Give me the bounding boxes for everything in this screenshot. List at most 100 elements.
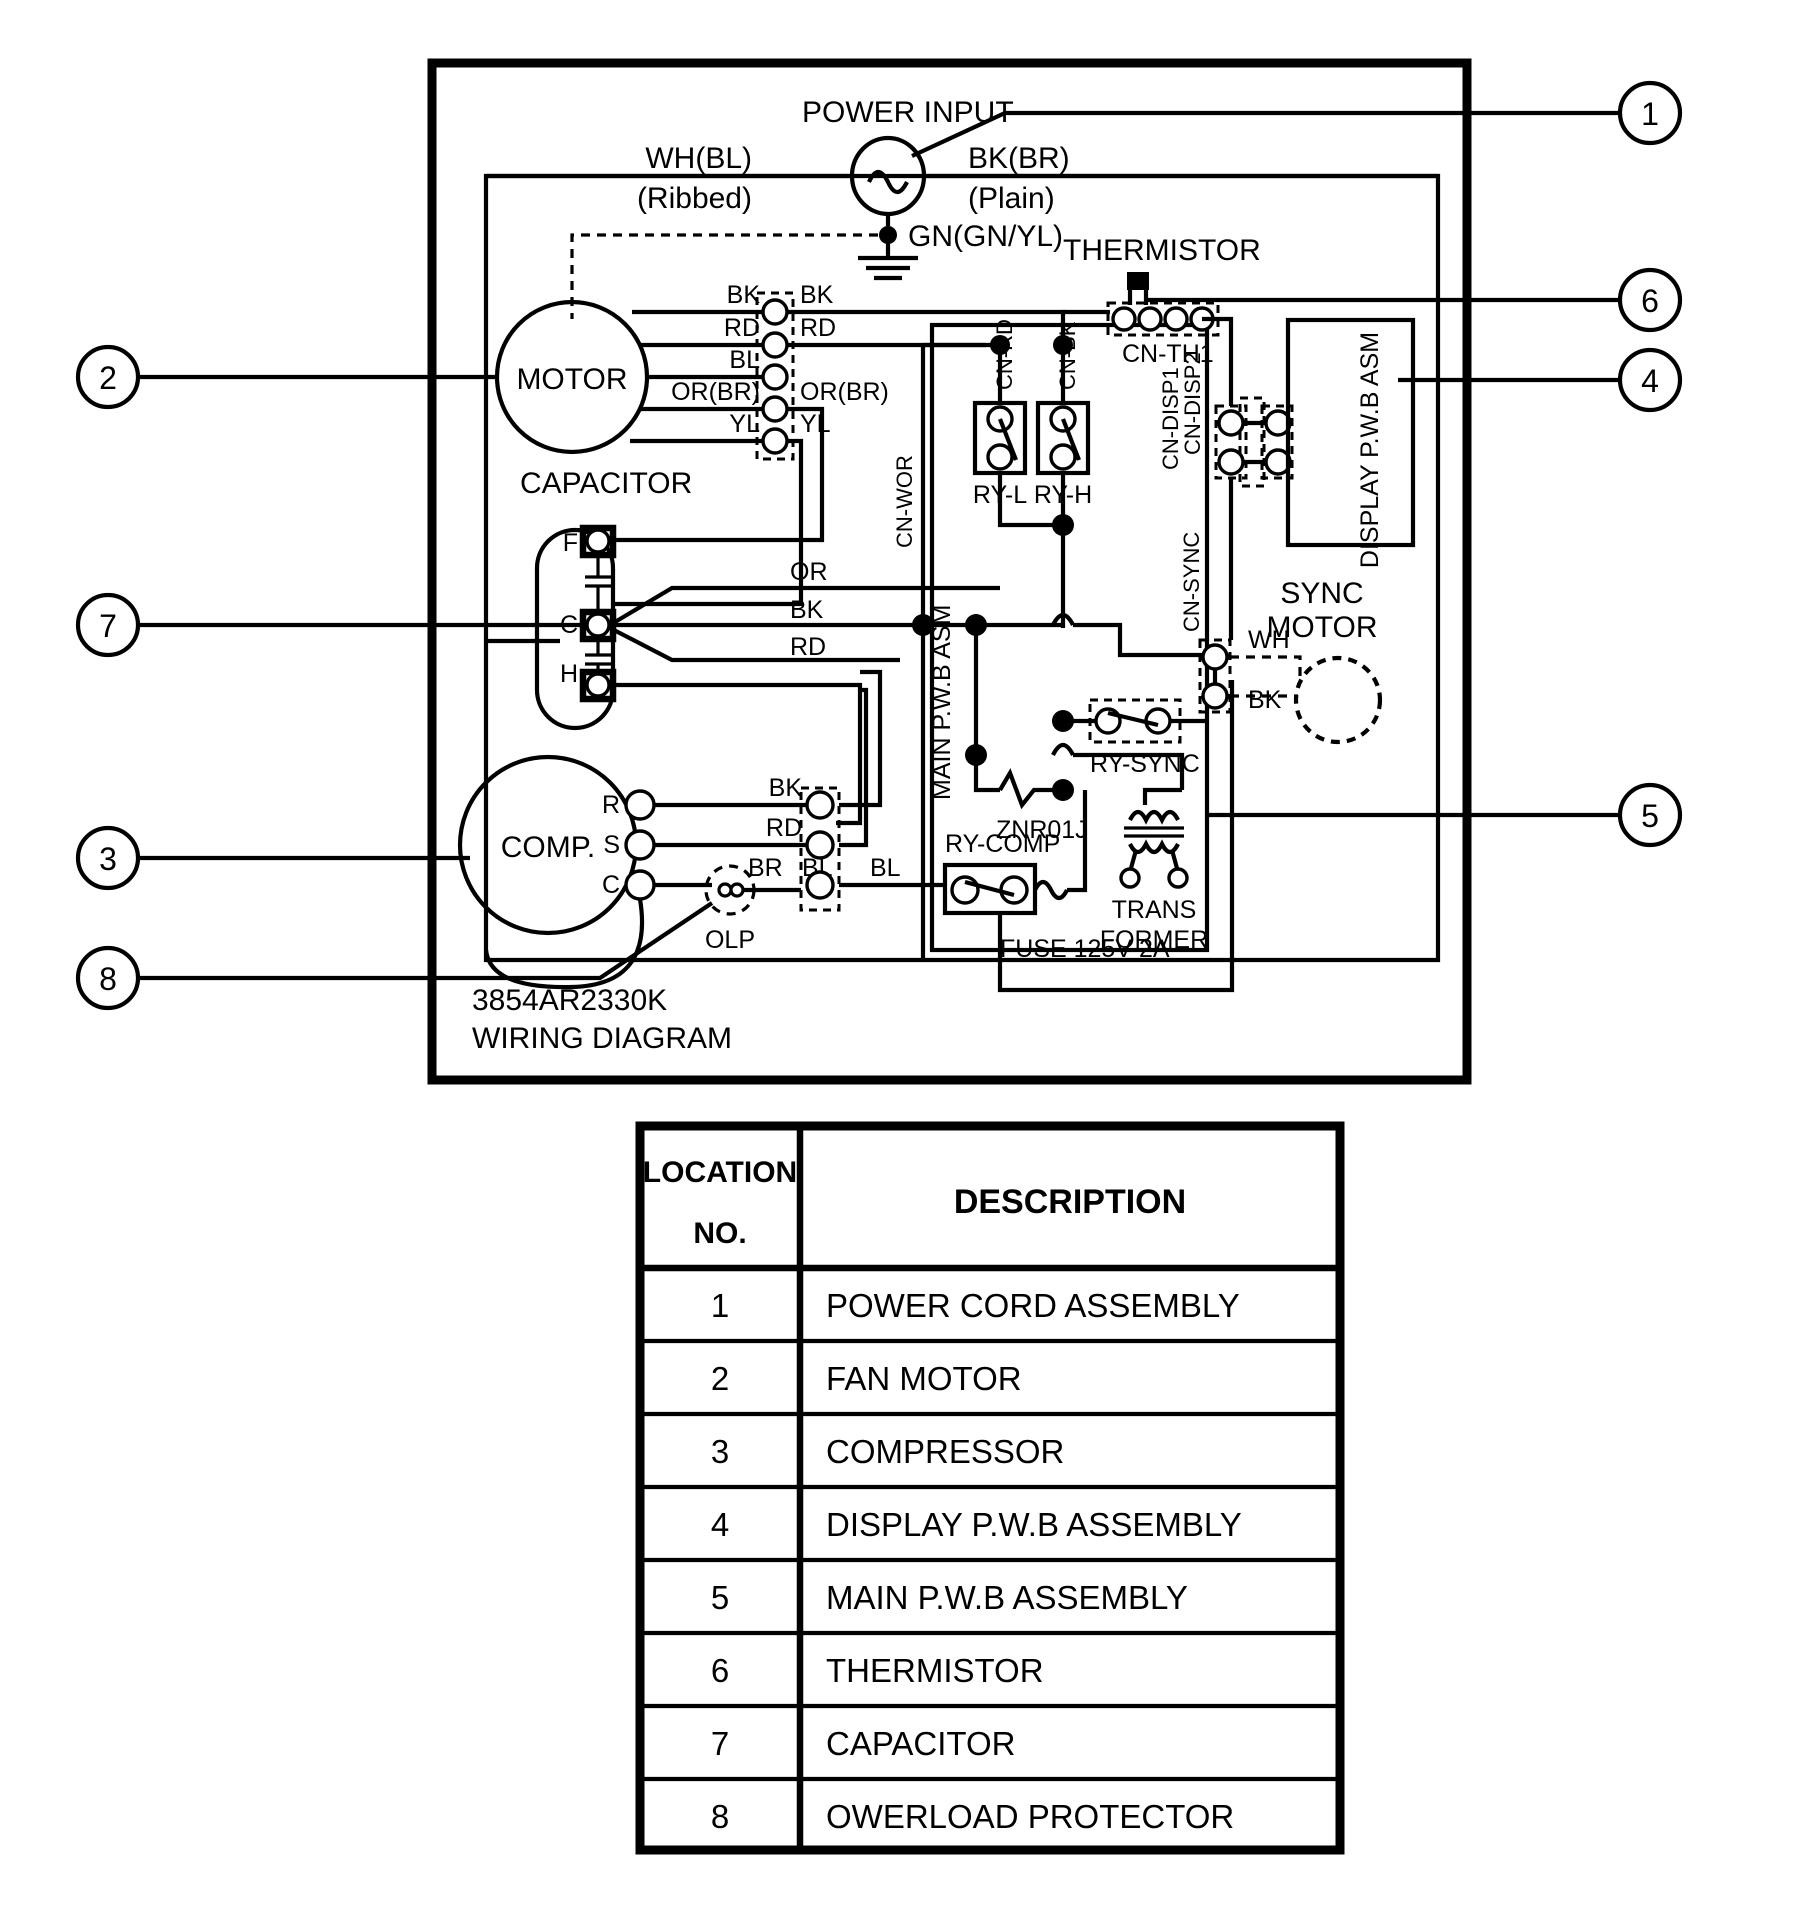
- motor-terminal-4: [761, 395, 789, 423]
- comp-bl-out-label: BL: [870, 854, 901, 882]
- compressor-terminal-label-r: R: [602, 791, 620, 819]
- sync-motor-wire-label-bk: BK: [1248, 686, 1282, 714]
- cn-disp1-label: CN-DISP1: [1158, 367, 1183, 470]
- diagram-title-text: WIRING DIAGRAM: [472, 1022, 732, 1055]
- motor-terminal-1: [761, 298, 789, 326]
- compressor-label: COMP.: [501, 831, 595, 864]
- legend-row-description: POWER CORD ASSEMBLY: [826, 1287, 1240, 1324]
- legend-row-number: 2: [711, 1360, 729, 1397]
- legend-row-description: MAIN P.W.B ASSEMBLY: [826, 1579, 1188, 1616]
- capacitor-terminal-label-f: F: [563, 529, 578, 557]
- compressor-connector-terminal-3: [805, 870, 835, 900]
- compressor-connector-terminal-2: [805, 830, 835, 860]
- motor-terminal-3: [761, 363, 789, 391]
- capacitor-terminal-label-h: H: [560, 660, 578, 688]
- legend-row-description: OWERLOAD PROTECTOR: [826, 1798, 1234, 1835]
- main-pwb-label: MAIN P.W.B ASM: [928, 605, 956, 800]
- legend-row-number: 8: [711, 1798, 729, 1835]
- compressor-wire-label-bk: BK: [769, 774, 803, 802]
- motor-wire-label-yl: YL: [729, 410, 760, 438]
- compressor-terminal-r: [624, 789, 656, 821]
- cn-th1-pin-3: [1163, 306, 1189, 332]
- legend-row-number: 3: [711, 1433, 729, 1470]
- capacitor-label: CAPACITOR: [520, 467, 692, 500]
- power-right-wire-label: BK(BR): [968, 142, 1070, 175]
- legend-header-description: DESCRIPTION: [954, 1183, 1186, 1221]
- capacitor-terminal-f: [585, 528, 611, 554]
- transformer-out-terminal-1: [1119, 867, 1141, 889]
- capacitor-wire-label-bk: BK: [790, 596, 824, 624]
- cn-wor-label: CN-WOR: [892, 455, 917, 548]
- cn-th1-pin-1: [1111, 306, 1137, 332]
- cn-rd-label: CN-RD: [992, 319, 1017, 390]
- compressor-terminal-s: [624, 829, 656, 861]
- compressor-wire-label-rd: RD: [766, 814, 802, 842]
- motor-terminal-2: [761, 331, 789, 359]
- legend-row-description: THERMISTOR: [826, 1652, 1044, 1689]
- cn-sync-pin-2: [1201, 682, 1229, 710]
- callout-number-4: 4: [1641, 363, 1659, 399]
- fan-motor-label: MOTOR: [516, 363, 627, 396]
- relay-ry-l-contact-bottom: [986, 443, 1014, 471]
- capacitor-terminal-h: [585, 672, 611, 698]
- display-pwb-label: DISPLAY P.W.B ASM: [1356, 332, 1384, 568]
- legend-row-number: 1: [711, 1287, 729, 1324]
- compressor-connector-terminal-1: [805, 790, 835, 820]
- relay-ry-comp-label: RY-COMP: [945, 830, 1060, 858]
- cn-disp1-pin-1: [1217, 409, 1245, 437]
- transformer-label-line1: TRANS: [1112, 896, 1197, 924]
- page-background: [0, 0, 1796, 1906]
- motor-wire-label-orbr: OR(BR): [671, 378, 760, 406]
- motor-wire-label-bk: BK: [727, 281, 761, 309]
- part-number-text: 3854AR2330K: [472, 984, 667, 1017]
- legend-row-number: 6: [711, 1652, 729, 1689]
- legend-row-number: 5: [711, 1579, 729, 1616]
- sync-motor-label-line1: SYNC: [1280, 577, 1363, 610]
- olp-label: OLP: [705, 926, 755, 954]
- relay-ry-sync-contact-left: [1094, 707, 1122, 735]
- cn-sync-label: CN-SYNC: [1179, 532, 1204, 632]
- cn-disp2-label: CN-DISP2: [1180, 352, 1205, 455]
- compressor-terminal-c: [624, 869, 656, 901]
- cn-th1-pin-2: [1137, 306, 1163, 332]
- callout-number-8: 8: [99, 961, 117, 997]
- thermistor-bead-icon: [1127, 272, 1149, 290]
- compressor-olp-wire-label: BR: [748, 854, 783, 882]
- motor-out-label-bk: BK: [800, 281, 834, 309]
- power-left-wire-label: WH(BL): [645, 142, 752, 175]
- legend-header-location-line2: NO.: [693, 1217, 746, 1250]
- callout-number-6: 6: [1641, 283, 1659, 319]
- motor-terminal-5: [761, 427, 789, 455]
- fuse-label: FUSE 125V 2A: [1000, 935, 1170, 963]
- ground-wire-label: GN(GN/YL): [908, 220, 1063, 253]
- legend-row-number: 7: [711, 1725, 729, 1762]
- capacitor-wire-label-or: OR: [790, 558, 828, 586]
- legend-row-description: COMPRESSOR: [826, 1433, 1064, 1470]
- diagram-canvas: POWER INPUT WH(BL) (Ribbed) BK(BR) (Plai…: [0, 0, 1796, 1906]
- legend-row-number: 4: [711, 1506, 729, 1543]
- motor-out-label-orbr: OR(BR): [800, 378, 889, 406]
- legend-row-description: DISPLAY P.W.B ASSEMBLY: [826, 1506, 1242, 1543]
- motor-wire-label-rd: RD: [724, 314, 760, 342]
- legend-row-description: FAN MOTOR: [826, 1360, 1022, 1397]
- callout-number-7: 7: [99, 608, 117, 644]
- transformer-out-terminal-2: [1167, 867, 1189, 889]
- sync-motor-wire-label-wh: WH: [1248, 626, 1290, 654]
- power-left-note-label: (Ribbed): [637, 182, 752, 215]
- capacitor-terminal-c: [585, 612, 611, 638]
- relay-ry-comp-contact-right: [999, 875, 1029, 905]
- callout-number-2: 2: [99, 360, 117, 396]
- capacitor-wire-label-rd: RD: [790, 633, 826, 661]
- znr-right-junction: [1052, 779, 1074, 801]
- power-right-note-label: (Plain): [968, 182, 1055, 215]
- cn-disp1-pin-2: [1217, 448, 1245, 476]
- compressor-terminal-label-s: S: [603, 831, 620, 859]
- motor-out-label-yl: YL: [800, 410, 831, 438]
- legend-header-location-line1: LOCATION: [643, 1156, 797, 1189]
- thermistor-label: THERMISTOR: [1063, 234, 1261, 267]
- callout-number-3: 3: [99, 841, 117, 877]
- legend-row-description: CAPACITOR: [826, 1725, 1015, 1762]
- relay-ry-comp-contact-left: [950, 875, 980, 905]
- cn-sync-pin-1: [1201, 643, 1229, 671]
- motor-wire-label-bl: BL: [729, 346, 760, 374]
